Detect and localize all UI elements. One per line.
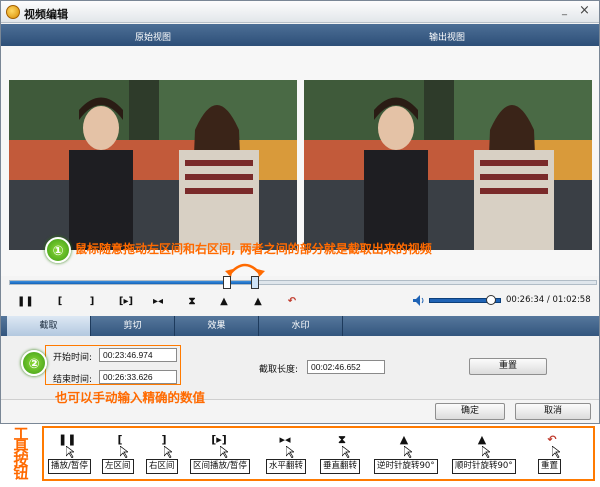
volume-knob[interactable] (485, 295, 496, 305)
toolbar-title: 工具按钮 (13, 425, 29, 482)
legend-right-bracket-icon: ] (161, 433, 167, 446)
rotate-ccw-button[interactable]: ▲ (217, 295, 231, 309)
right-range-handle[interactable] (251, 276, 260, 289)
legend-rotate-cw-label: 顺时针旋转90° (452, 459, 516, 474)
window-title: 视频编辑 (24, 8, 68, 21)
legend-play-pause-label: 播放/暂停 (48, 459, 91, 474)
legend-flip-vertical-label: 垂直翻转 (320, 459, 361, 474)
tab-cut[interactable]: 剪切 (91, 316, 175, 336)
ok-button[interactable]: 确定 (435, 403, 505, 420)
screenshot-root: 视频编辑 _ × 原始视图 输出视图 ① 鼠标随意拖动左区间和右区间, 两者之间… (0, 0, 600, 487)
cursor-icon (286, 446, 294, 458)
trim-length-input[interactable] (307, 360, 385, 374)
play-pause-button[interactable]: ❚❚ (17, 295, 34, 309)
view-header: 原始视图 输出视图 (1, 24, 599, 46)
left-bracket-button[interactable]: [ (53, 295, 67, 309)
legend-range-play-icon: [▸] (211, 433, 227, 446)
minimize-button[interactable]: _ (557, 4, 572, 19)
legend-reset-label: 重置 (538, 459, 562, 474)
reset-view-button[interactable]: ↶ (285, 295, 299, 309)
timeline-progress (10, 281, 256, 284)
legend-flip-horizontal-label: 水平翻转 (266, 459, 307, 474)
legend-right-bracket-label: 右区间 (146, 459, 178, 474)
output-video-preview (304, 80, 592, 250)
edit-tabs: 截取 剪切 效果 水印 (1, 316, 599, 336)
cancel-button[interactable]: 取消 (515, 403, 591, 420)
start-time-label: 开始时间: (53, 353, 93, 363)
timeline-track[interactable] (9, 280, 597, 285)
cursor-icon (66, 446, 74, 458)
legend-flip-horizontal-icon: ▸◂ (279, 433, 291, 446)
video-frame-image (304, 80, 592, 250)
close-button[interactable]: × (577, 4, 592, 19)
end-time-input[interactable] (99, 370, 177, 384)
legend-rotate-ccw-icon: ▲ (399, 433, 409, 446)
trim-length-label: 截取长度: (259, 365, 299, 375)
start-time-input[interactable] (99, 348, 177, 362)
tab-trim[interactable]: 截取 (7, 316, 91, 336)
range-play-button[interactable]: [▸] (115, 295, 137, 309)
flip-horizontal-button[interactable]: ▸◂ (149, 295, 167, 309)
legend-flip-vertical-icon: ⧗ (338, 433, 346, 446)
step-1-instruction: 鼠标随意拖动左区间和右区间, 两者之间的部分就是截取出来的视频 (75, 242, 432, 256)
app-logo-icon (6, 5, 20, 19)
legend-reset-icon: ↶ (547, 433, 557, 446)
volume-icon[interactable] (413, 295, 425, 306)
end-time-label: 结束时间: (53, 375, 93, 385)
legend-rotate-cw-icon: ▲ (477, 433, 487, 446)
legend-left-bracket-label: 左区间 (102, 459, 134, 474)
right-bracket-button[interactable]: ] (85, 295, 99, 309)
step-1-badge: ① (45, 237, 71, 263)
rotate-cw-button[interactable]: ▲ (251, 295, 265, 309)
left-range-handle[interactable] (222, 276, 231, 289)
title-bar: 视频编辑 _ × (1, 1, 599, 23)
original-view-label: 原始视图 (135, 33, 172, 43)
legend-left-bracket-icon: [ (117, 433, 123, 446)
step-2-badge: ② (21, 350, 47, 376)
legend-range-play-label: 区间播放/暂停 (190, 459, 250, 474)
cursor-icon (404, 446, 412, 458)
step-2-instruction: 也可以手动输入精确的数值 (55, 390, 206, 405)
legend-play-pause-icon: ❚❚ (58, 433, 77, 446)
video-edit-window: 视频编辑 _ × 原始视图 输出视图 ① 鼠标随意拖动左区间和右区间, 两者之间… (0, 0, 600, 424)
cursor-icon (120, 446, 128, 458)
video-frame-image (9, 80, 297, 250)
original-video-preview (9, 80, 297, 250)
time-readout: 00:26:34 / 01:02:58 (506, 295, 591, 305)
flip-vertical-button[interactable]: ⧗ (185, 295, 199, 309)
cursor-icon (220, 446, 228, 458)
cursor-icon (482, 446, 490, 458)
cursor-icon (342, 446, 350, 458)
cursor-icon (552, 446, 560, 458)
legend-rotate-ccw-label: 逆时针旋转90° (374, 459, 438, 474)
tab-effects[interactable]: 效果 (175, 316, 259, 336)
cursor-icon (164, 446, 172, 458)
tab-watermark[interactable]: 水印 (259, 316, 343, 336)
trim-reset-button[interactable]: 重置 (469, 358, 547, 375)
output-view-label: 输出视图 (429, 33, 466, 43)
